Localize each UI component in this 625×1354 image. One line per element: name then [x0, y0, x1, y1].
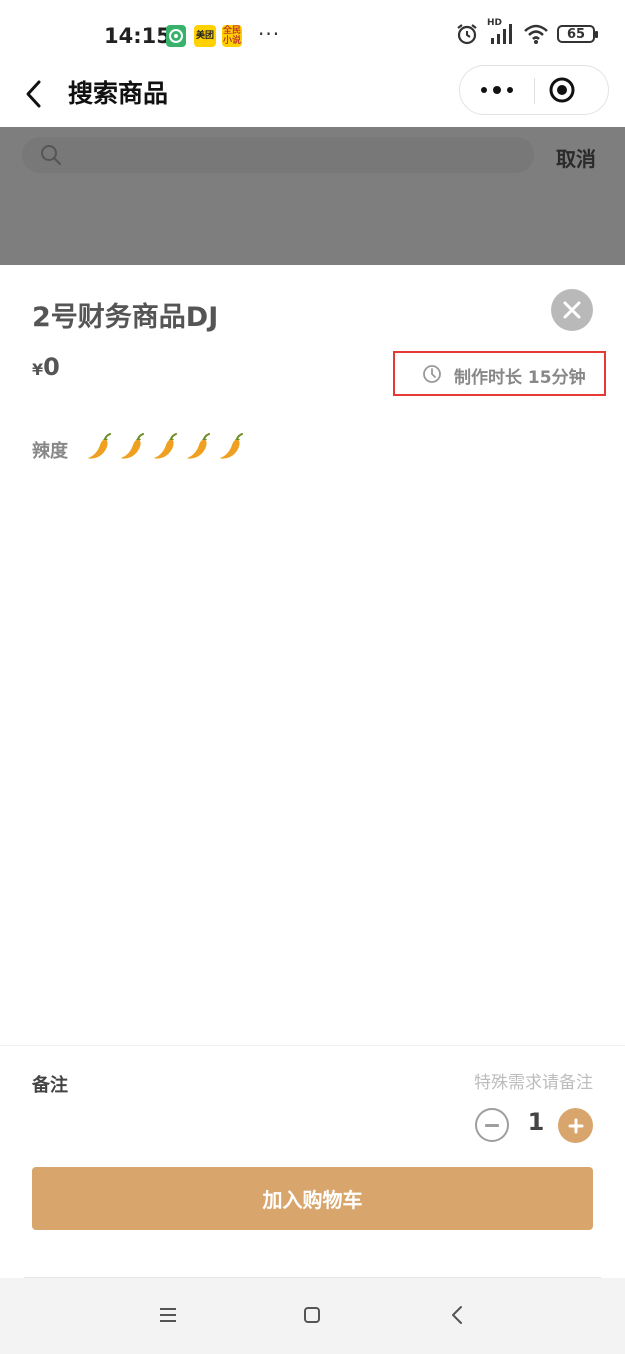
back-button[interactable] — [20, 74, 50, 114]
price-currency: ¥ — [32, 360, 44, 379]
meituan-icon: 美团 — [194, 25, 216, 47]
quantity-increase-button[interactable] — [558, 1108, 593, 1143]
more-dot-icon — [481, 87, 487, 93]
search-input[interactable] — [22, 137, 534, 173]
notification-overflow: ··· — [258, 22, 281, 46]
recent-apps-button[interactable] — [153, 1300, 183, 1330]
chili-pepper-icon — [121, 433, 144, 459]
home-button[interactable] — [297, 1300, 327, 1330]
cancel-button[interactable]: 取消 — [556, 143, 596, 172]
spicy-level-label: 辣度 — [32, 441, 68, 462]
alarm-icon — [457, 24, 477, 45]
system-navigation-bar — [0, 1278, 625, 1354]
quantity-value: 1 — [527, 1108, 545, 1136]
remark-input[interactable] — [300, 1069, 593, 1097]
search-overlay[interactable]: 取消 — [0, 127, 625, 265]
more-dot-icon — [507, 87, 513, 93]
status-icons: HD 65 — [455, 18, 598, 46]
page-title: 搜索商品 — [68, 79, 169, 108]
nav-bar: 搜索商品 — [0, 65, 625, 127]
product-detail-sheet: 2号财务商品DJ ¥0 制作时长 15分钟 辣度 备注 1 加入购物车 — [0, 265, 625, 1278]
clock-icon — [423, 365, 441, 383]
wifi-icon — [524, 24, 548, 44]
minus-icon — [485, 1123, 499, 1127]
target-circle-icon — [549, 77, 575, 103]
chili-pepper-icon — [154, 433, 177, 459]
status-time: 14:15 — [104, 24, 171, 48]
price-value: 0 — [43, 353, 60, 381]
plus-icon — [568, 1118, 583, 1133]
more-dot-icon — [493, 86, 501, 94]
chevron-left-icon — [26, 80, 41, 108]
battery-icon: 65 — [557, 25, 598, 43]
close-sheet-button[interactable] — [551, 289, 593, 331]
menu-icon — [160, 1308, 176, 1322]
spicy-level-indicator — [86, 433, 245, 461]
chili-pepper-icon — [220, 433, 243, 459]
mini-program-capsule — [459, 65, 609, 115]
mini-novel-icon: 全民小说 — [222, 25, 242, 47]
chili-pepper-icon — [88, 433, 111, 459]
product-price: ¥0 — [32, 353, 60, 381]
hd-signal-icon: HD — [487, 18, 515, 46]
search-icon — [41, 145, 62, 166]
chili-pepper-icon — [187, 433, 210, 459]
capsule-divider — [534, 78, 535, 104]
quantity-decrease-button[interactable] — [475, 1108, 509, 1142]
square-icon — [304, 1307, 320, 1323]
status-bar: 14:15 美团 全民小说 ··· HD 65 — [0, 0, 625, 70]
more-button[interactable] — [460, 66, 534, 114]
remark-label: 备注 — [32, 1075, 68, 1096]
system-back-button[interactable] — [442, 1300, 472, 1330]
prep-time-highlight: 制作时长 15分钟 — [393, 351, 606, 396]
product-name: 2号财务商品DJ — [32, 302, 219, 333]
chevron-left-icon — [452, 1306, 462, 1324]
green-app-icon — [166, 25, 186, 47]
exit-mini-program-button[interactable] — [548, 76, 576, 104]
add-to-cart-button[interactable]: 加入购物车 — [32, 1167, 593, 1230]
divider — [0, 1045, 625, 1046]
close-icon — [563, 301, 581, 319]
prep-time-label: 制作时长 15分钟 — [454, 368, 586, 388]
